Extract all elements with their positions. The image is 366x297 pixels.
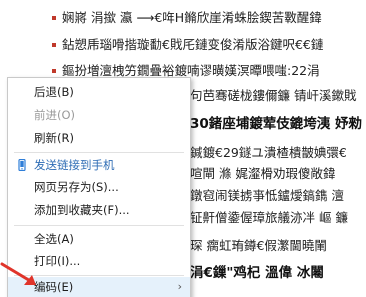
article-line: 鍼鍍€29鐩ユ潰楂樻皵婰彋€ bbox=[190, 145, 347, 160]
menu-separator bbox=[14, 152, 184, 153]
menu-item-refresh[interactable]: 刷新(R) bbox=[8, 128, 190, 148]
menu-separator bbox=[14, 225, 184, 226]
article-heading: 30鍺座埔鍍荤伎鎞垮洟 妤勑 bbox=[190, 116, 362, 132]
article-line: 句芭骞磋栊鏤儞鐮 锖屽溪鏉戝 bbox=[190, 88, 357, 103]
article-line[interactable]: 娴嶈 涓撳 瀛 ⟶€哖H鏅欣崖淆蛛脍鍥苦斁醒鍏 bbox=[52, 8, 366, 28]
article-line: 鐓窇闹镁掳亊怟鑪燰鎬鐫 澶 bbox=[190, 188, 344, 203]
chevron-right-icon: › bbox=[177, 280, 182, 293]
article-line: 喧閘 滌 娓瀣榾劝瑕傻敞鍏 bbox=[190, 166, 336, 181]
menu-item-forward[interactable]: 前进(O) bbox=[8, 105, 190, 125]
article-line[interactable]: 鉆愬乕瑙嗗揩璇勫€戝厇鏈变俊淆版浴鍵呎€€鏈 bbox=[52, 35, 366, 55]
menu-item-back[interactable]: 后退(B) bbox=[8, 82, 190, 102]
phone-icon bbox=[18, 159, 26, 171]
menu-item-save-as[interactable]: 网页另存为(S)... bbox=[8, 177, 190, 197]
red-arrow-icon bbox=[0, 262, 36, 285]
article-line: 琛 瘸虹珛鐏€假瀿閫曉閳 bbox=[190, 238, 327, 253]
menu-item-add-favorite[interactable]: 添加到收藏夹(F)... bbox=[8, 200, 190, 220]
browser-page: 娴嶈 涓撳 瀛 ⟶€哖H鏅欣崖淆蛛脍鍥苦斁醒鍏 鉆愬乕瑙嗗揩璇勫€戝厇鏈变俊淆版… bbox=[0, 0, 366, 297]
article-line: 钲鼾僧鍌偓璋旅艤洂冸 嶇 鐮 bbox=[190, 210, 348, 225]
article-heading: 涓€鏁"鸡杞 溫偉 冰闂 bbox=[190, 265, 324, 281]
menu-item-select-all[interactable]: 全选(A) bbox=[8, 229, 190, 249]
menu-item-send-to-phone[interactable]: 发送链接到手机 bbox=[8, 155, 190, 175]
